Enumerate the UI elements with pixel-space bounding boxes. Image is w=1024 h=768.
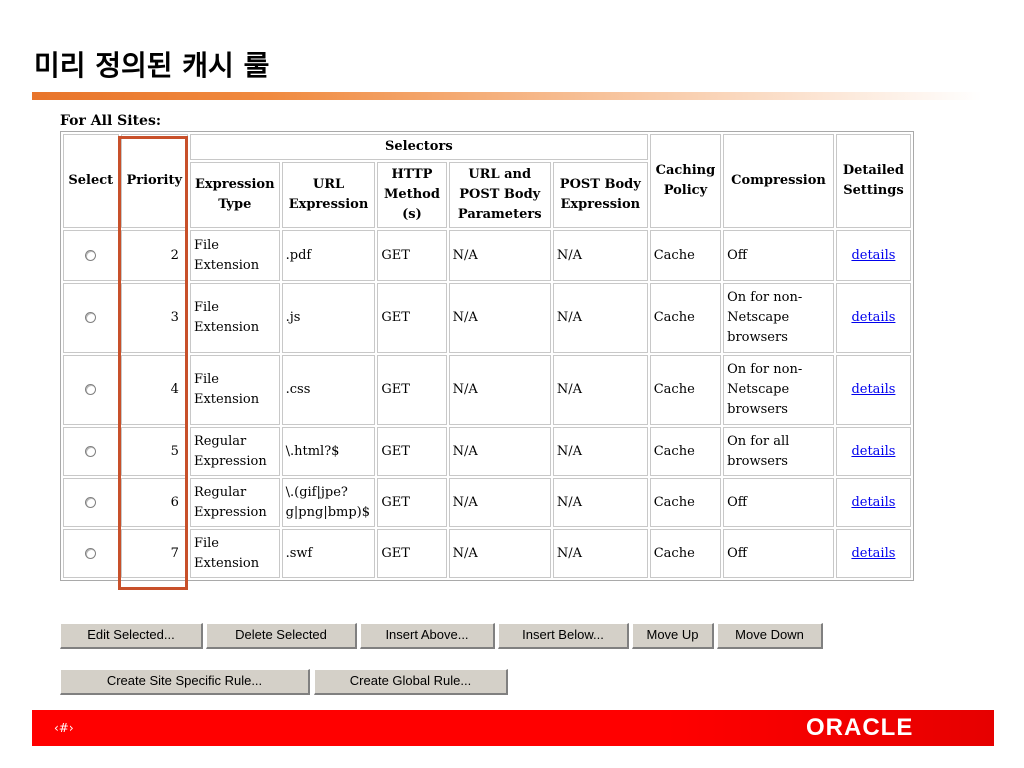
cell-priority: 5 <box>120 427 188 476</box>
row-select-radio[interactable] <box>85 384 97 395</box>
title-underline <box>32 92 982 100</box>
table-row: 7 File Extension .swf GET N/A N/A Cache … <box>63 529 911 578</box>
cell-priority: 7 <box>120 529 188 578</box>
details-link[interactable]: details <box>851 444 895 459</box>
cell-compression: On for all browsers <box>723 427 834 476</box>
cell-expression-type: Regular Expression <box>189 478 280 527</box>
row-select-radio[interactable] <box>85 445 97 457</box>
cell-caching-policy: Cache <box>649 529 722 578</box>
cell-url-post-params: N/A <box>448 427 551 476</box>
details-link[interactable]: details <box>851 310 895 325</box>
table-row: 4 File Extension .css GET N/A N/A Cache … <box>63 355 911 425</box>
edit-selected-button[interactable]: Edit Selected... <box>60 623 203 649</box>
cell-expression-type: Regular Expression <box>189 427 280 476</box>
table-row: 3 File Extension .js GET N/A N/A Cache O… <box>63 283 911 353</box>
cell-priority: 2 <box>120 230 188 281</box>
row-select-radio[interactable] <box>85 547 97 559</box>
details-link[interactable]: details <box>851 546 895 561</box>
cell-caching-policy: Cache <box>649 230 722 281</box>
row-select-radio[interactable] <box>85 249 97 261</box>
cell-http-method: GET <box>377 230 447 281</box>
cell-url-expression: .swf <box>281 529 376 578</box>
details-link[interactable]: details <box>851 382 895 397</box>
cell-caching-policy: Cache <box>649 478 722 527</box>
header-expression-type: Expression Type <box>189 162 280 228</box>
cell-url-post-params: N/A <box>448 355 551 425</box>
cell-compression: On for non-Netscape browsers <box>723 355 834 425</box>
header-url-expression: URL Expression <box>281 162 376 228</box>
cell-url-expression: .pdf <box>281 230 376 281</box>
cell-http-method: GET <box>377 478 447 527</box>
cell-post-body-expression: N/A <box>552 355 648 425</box>
cell-http-method: GET <box>377 283 447 353</box>
cell-url-post-params: N/A <box>448 283 551 353</box>
details-link[interactable]: details <box>851 495 895 510</box>
cell-caching-policy: Cache <box>649 283 722 353</box>
header-caching-policy: Caching Policy <box>649 134 722 228</box>
page-number: ‹#› <box>54 721 74 735</box>
cell-expression-type: File Extension <box>189 355 280 425</box>
header-row-top: Select Priority Selectors Caching Policy… <box>63 134 911 228</box>
header-url-post-params: URL and POST Body Parameters <box>448 162 551 228</box>
delete-selected-button[interactable]: Delete Selected <box>206 623 357 649</box>
insert-above-button[interactable]: Insert Above... <box>360 623 495 649</box>
cell-caching-policy: Cache <box>649 427 722 476</box>
cell-compression: Off <box>723 529 834 578</box>
cache-rules-table: Select Priority Selectors Caching Policy… <box>60 131 914 581</box>
table-row: 5 Regular Expression \.html?$ GET N/A N/… <box>63 427 911 476</box>
move-up-button[interactable]: Move Up <box>632 623 714 649</box>
cell-post-body-expression: N/A <box>552 529 648 578</box>
cell-url-post-params: N/A <box>448 529 551 578</box>
oracle-logo: ORACLE <box>806 714 914 741</box>
cell-post-body-expression: N/A <box>552 427 648 476</box>
cell-caching-policy: Cache <box>649 355 722 425</box>
cell-expression-type: File Extension <box>189 230 280 281</box>
cell-expression-type: File Extension <box>189 283 280 353</box>
header-detailed-settings: Detailed Settings <box>835 134 911 228</box>
cell-priority: 6 <box>120 478 188 527</box>
cell-http-method: GET <box>377 529 447 578</box>
cell-post-body-expression: N/A <box>552 230 648 281</box>
row-select-radio[interactable] <box>85 496 97 508</box>
create-global-rule-button[interactable]: Create Global Rule... <box>314 669 508 695</box>
cell-http-method: GET <box>377 355 447 425</box>
cell-priority: 4 <box>120 355 188 425</box>
cell-url-expression: \.(gif|jpe?g|png|bmp)$ <box>281 478 376 527</box>
header-compression: Compression <box>723 134 834 228</box>
header-priority: Priority <box>120 134 188 228</box>
cell-post-body-expression: N/A <box>552 478 648 527</box>
row-select-radio[interactable] <box>85 312 97 323</box>
cell-url-expression: .js <box>281 283 376 353</box>
cell-compression: Off <box>723 478 834 527</box>
header-post-body-expression: POST Body Expression <box>552 162 648 228</box>
create-site-specific-rule-button[interactable]: Create Site Specific Rule... <box>60 669 310 695</box>
cell-url-post-params: N/A <box>448 478 551 527</box>
insert-below-button[interactable]: Insert Below... <box>498 623 629 649</box>
cell-url-expression: .css <box>281 355 376 425</box>
header-select: Select <box>63 134 119 228</box>
table-row: 2 File Extension .pdf GET N/A N/A Cache … <box>63 230 911 281</box>
table-row: 6 Regular Expression \.(gif|jpe?g|png|bm… <box>63 478 911 527</box>
cell-post-body-expression: N/A <box>552 283 648 353</box>
cell-http-method: GET <box>377 427 447 476</box>
details-link[interactable]: details <box>851 248 895 263</box>
cell-expression-type: File Extension <box>189 529 280 578</box>
slide-title: 미리 정의된 캐시 룰 <box>34 49 270 82</box>
header-selectors: Selectors <box>189 134 648 160</box>
cell-priority: 3 <box>120 283 188 353</box>
move-down-button[interactable]: Move Down <box>717 623 823 649</box>
cell-compression: On for non-Netscape browsers <box>723 283 834 353</box>
cell-url-post-params: N/A <box>448 230 551 281</box>
section-label: For All Sites: <box>60 113 161 129</box>
cell-compression: Off <box>723 230 834 281</box>
cell-url-expression: \.html?$ <box>281 427 376 476</box>
header-http-method: HTTP Method (s) <box>377 162 447 228</box>
